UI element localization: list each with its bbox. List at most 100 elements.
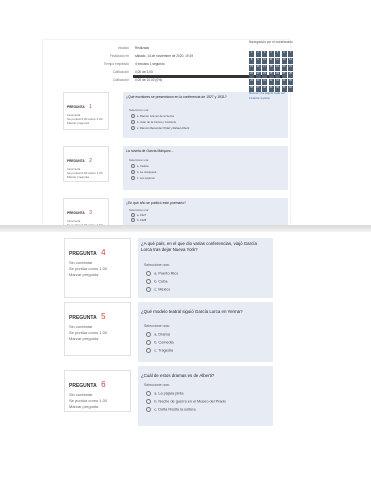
radio-icon[interactable] bbox=[146, 279, 152, 285]
nav-question-cell[interactable]: 20 bbox=[281, 65, 287, 71]
radio-icon[interactable] bbox=[146, 391, 152, 397]
radio-icon[interactable] bbox=[146, 332, 152, 338]
answer-option[interactable]: c. Los espinos bbox=[131, 176, 155, 181]
radio-icon[interactable] bbox=[146, 271, 152, 277]
nav-question-cell[interactable]: 28 bbox=[288, 72, 293, 78]
nav-question-cell[interactable]: 18 bbox=[268, 65, 274, 71]
nav-cell-number: 42 bbox=[289, 86, 292, 89]
nav-question-cell[interactable]: 30 bbox=[255, 79, 261, 85]
nav-question-cell[interactable]: 26 bbox=[275, 72, 280, 78]
nav-question-cell[interactable]: 32 bbox=[268, 79, 274, 85]
question-number: 4 bbox=[101, 248, 106, 257]
answer-option[interactable]: a. Drama bbox=[146, 332, 170, 338]
answer-option[interactable]: a. La pájara pinta bbox=[146, 391, 184, 397]
nav-cell-number: 27 bbox=[282, 72, 286, 75]
nav-cell-number: 33 bbox=[276, 79, 279, 82]
select-prompt: Seleccione una: bbox=[129, 158, 149, 162]
answer-option[interactable]: b. Comedia bbox=[146, 340, 174, 346]
answer-option[interactable]: c. México bbox=[146, 287, 170, 293]
question-info-4: PREGUNTA 4 Sin contestar Se puntúa como … bbox=[64, 238, 131, 298]
nav-question-cell[interactable]: 2 bbox=[255, 51, 261, 57]
nav-question-cell[interactable]: 13 bbox=[281, 58, 287, 64]
nav-question-cell[interactable]: 11 bbox=[268, 58, 274, 64]
nav-question-cell[interactable]: 42 bbox=[288, 86, 293, 92]
flag-question-link[interactable]: Marcar pregunta bbox=[69, 272, 126, 278]
radio-icon[interactable] bbox=[131, 213, 136, 218]
nav-question-cell[interactable]: 27 bbox=[281, 72, 287, 78]
nav-question-cell[interactable]: 34 bbox=[281, 79, 287, 85]
radio-icon[interactable] bbox=[146, 348, 152, 354]
flag-question-link[interactable]: Marcar pregunta bbox=[67, 175, 105, 179]
questions-sheet: PREGUNTA 4 Sin contestar Se puntúa como … bbox=[43, 232, 290, 432]
flag-question-link[interactable]: Marcar pregunta bbox=[69, 336, 126, 342]
nav-question-cell[interactable]: 22 bbox=[249, 72, 254, 78]
nav-cell-number: 29 bbox=[250, 79, 253, 82]
answer-option[interactable]: b. 1928 bbox=[131, 218, 146, 223]
nav-question-cell[interactable]: 19 bbox=[275, 65, 280, 71]
question-content-2: La novela de García Márquez... Seleccion… bbox=[123, 146, 288, 190]
nav-question-cell[interactable]: 7 bbox=[288, 51, 293, 57]
nav-question-cell[interactable]: 5 bbox=[275, 51, 280, 57]
select-prompt: Seleccione una: bbox=[144, 263, 170, 267]
answer-option[interactable]: a. Violeta bbox=[131, 164, 149, 169]
nav-question-cell[interactable]: 23 bbox=[255, 72, 261, 78]
radio-icon[interactable] bbox=[131, 114, 136, 119]
select-prompt: Seleccione una: bbox=[144, 383, 170, 387]
nav-question-cell[interactable]: 21 bbox=[288, 65, 293, 71]
answer-option[interactable]: b. La marquesa bbox=[131, 170, 156, 175]
nav-cell-number: 41 bbox=[282, 86, 286, 89]
radio-icon[interactable] bbox=[131, 164, 136, 169]
quiz-navigation: Navegación por el cuestionario 123456789… bbox=[249, 40, 295, 102]
radio-icon[interactable] bbox=[146, 399, 152, 405]
radio-icon[interactable] bbox=[131, 218, 136, 223]
show-one-page-link[interactable]: Mostrar una página cada vez bbox=[249, 91, 285, 95]
nav-question-cell[interactable]: 24 bbox=[262, 72, 267, 78]
question-label: PREGUNTA bbox=[69, 315, 97, 321]
question-label: PREGUNTA bbox=[67, 159, 85, 163]
nav-question-cell[interactable]: 4 bbox=[268, 51, 274, 57]
answer-option[interactable]: b. Cuba bbox=[146, 279, 168, 285]
answer-option[interactable]: a. Ramón Gómez de la Serna bbox=[131, 114, 174, 119]
nav-question-cell[interactable]: 29 bbox=[249, 79, 254, 85]
radio-icon[interactable] bbox=[131, 176, 136, 181]
finish-review-link[interactable]: Finalizar revisión bbox=[249, 96, 270, 100]
nav-question-cell[interactable]: 31 bbox=[262, 79, 267, 85]
answer-option[interactable]: b. Noche de guerra en el Museo del Prado bbox=[146, 399, 226, 405]
nav-question-cell[interactable]: 10 bbox=[262, 58, 267, 64]
radio-icon[interactable] bbox=[131, 126, 136, 131]
radio-icon[interactable] bbox=[146, 407, 152, 413]
answer-option[interactable]: a. 1927 bbox=[131, 213, 146, 218]
question-label: PREGUNTA bbox=[69, 383, 97, 389]
nav-question-cell[interactable]: 3 bbox=[262, 51, 267, 57]
summary-value: sábado, 14 de noviembre de 2020, 19:19 bbox=[135, 54, 194, 58]
nav-cell-number: 19 bbox=[276, 65, 279, 68]
nav-question-cell[interactable]: 15 bbox=[249, 65, 254, 71]
nav-question-cell[interactable]: 9 bbox=[255, 58, 261, 64]
radio-icon[interactable] bbox=[131, 120, 136, 125]
nav-question-cell[interactable]: 8 bbox=[249, 58, 254, 64]
nav-question-cell[interactable]: 33 bbox=[275, 79, 280, 85]
select-prompt: Seleccione una: bbox=[129, 208, 149, 212]
nav-question-cell[interactable]: 12 bbox=[275, 58, 280, 64]
flag-question-link[interactable]: Marcar pregunta bbox=[69, 404, 126, 410]
nav-question-cell[interactable]: 35 bbox=[288, 79, 293, 85]
nav-question-cell[interactable]: 1 bbox=[249, 51, 254, 57]
nav-question-cell[interactable]: 17 bbox=[262, 65, 267, 71]
nav-question-cell[interactable]: 25 bbox=[268, 72, 274, 78]
answer-option[interactable]: a. Puerto Rico bbox=[146, 271, 178, 277]
answer-option[interactable]: c. Ramón Menéndez Pidal y Rafael Alberti bbox=[131, 126, 189, 131]
nav-question-cell[interactable]: 6 bbox=[281, 51, 287, 57]
answer-option[interactable]: c. Tragedia bbox=[146, 348, 173, 354]
answer-option[interactable]: b. Juan de la Cierva y Codorníu bbox=[131, 120, 176, 125]
nav-question-cell[interactable]: 16 bbox=[255, 65, 261, 71]
nav-cell-number: 25 bbox=[269, 72, 273, 75]
nav-question-cell[interactable]: 14 bbox=[288, 58, 293, 64]
radio-icon[interactable] bbox=[146, 287, 152, 293]
radio-icon[interactable] bbox=[131, 170, 136, 175]
radio-icon[interactable] bbox=[146, 340, 152, 346]
question-text: ¿Cuál de estos dramas es de Alberti? bbox=[141, 373, 215, 378]
nav-cell-number: 7 bbox=[289, 51, 292, 54]
flag-question-link[interactable]: Marcar pregunta bbox=[67, 121, 105, 125]
answer-option[interactable]: c. Doña Rosita la soltera bbox=[146, 407, 196, 413]
nav-cell-number: 6 bbox=[283, 51, 285, 54]
